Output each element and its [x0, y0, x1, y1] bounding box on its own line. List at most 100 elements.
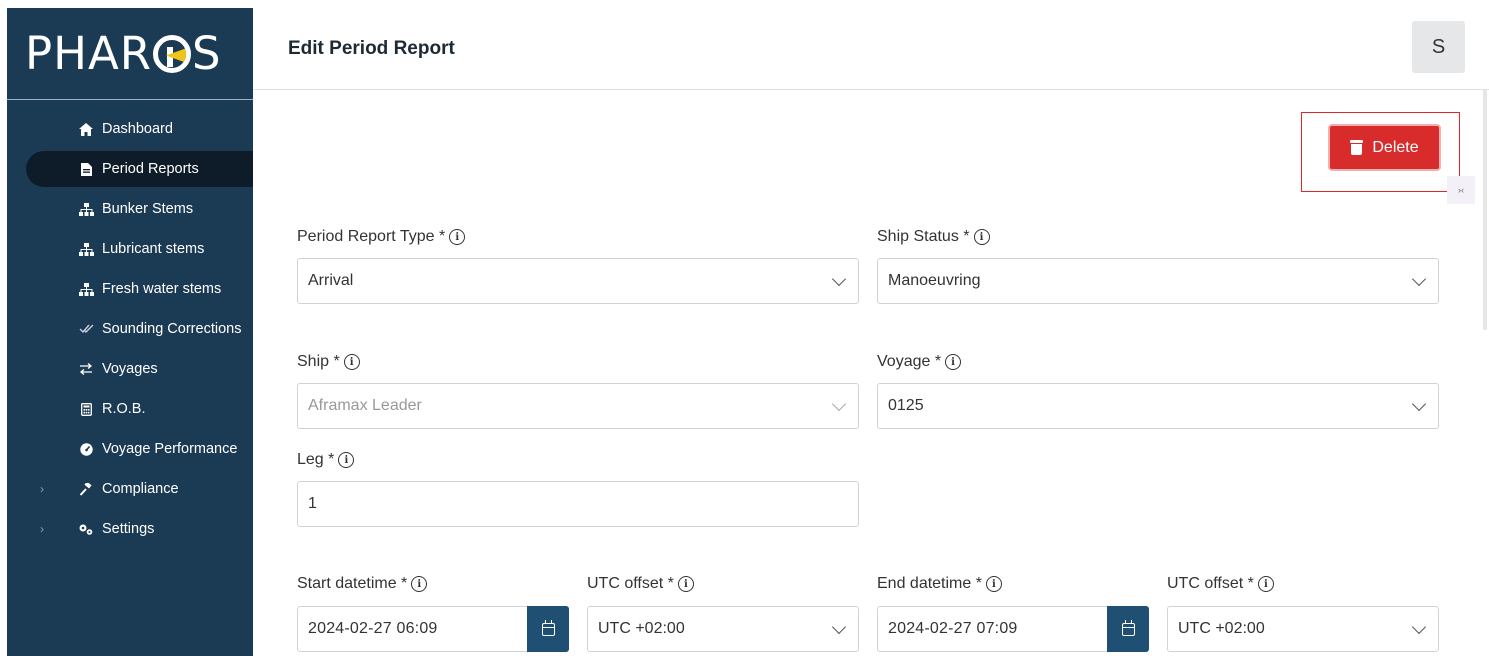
- sidebar-item-voyage-performance[interactable]: Voyage Performance: [7, 429, 253, 469]
- trash-icon: [1350, 140, 1364, 155]
- leg-label: Leg * i: [297, 451, 355, 469]
- page-title: Edit Period Report: [288, 38, 455, 59]
- start-utc-offset-select[interactable]: UTC +02:00: [587, 606, 859, 652]
- gavel-icon: [78, 481, 94, 497]
- sidebar-item-label: Lubricant stems: [102, 241, 205, 257]
- calendar-icon: [541, 619, 555, 636]
- logo[interactable]: PHAR S: [7, 8, 253, 100]
- info-icon[interactable]: i: [338, 452, 355, 468]
- select-value: 0125: [888, 397, 924, 414]
- label-text: Ship *: [297, 353, 340, 370]
- info-icon[interactable]: i: [677, 576, 694, 592]
- sidebar-item-label: Settings: [102, 521, 155, 537]
- start-datetime-label: Start datetime * i: [297, 575, 428, 593]
- label-text: Leg *: [297, 451, 335, 468]
- ship-label: Ship * i: [297, 353, 360, 371]
- select-value: Manoeuvring: [888, 272, 981, 289]
- ship-select: Aframax Leader: [297, 383, 859, 429]
- panel-toggle-icon[interactable]: ›‹: [1447, 176, 1475, 204]
- voyage-select[interactable]: 0125: [877, 383, 1439, 429]
- chevron-right-icon[interactable]: ›: [40, 482, 44, 496]
- input-value: 1: [308, 495, 317, 512]
- delete-button[interactable]: Delete: [1328, 124, 1441, 171]
- select-value: UTC +02:00: [598, 620, 685, 637]
- end-datetime-label: End datetime * i: [877, 575, 1002, 593]
- end-utc-offset-label: UTC offset * i: [1167, 575, 1274, 593]
- start-datetime-input[interactable]: 2024-02-27 06:09: [297, 606, 569, 652]
- gears-icon: [78, 521, 94, 537]
- scrollbar[interactable]: [1483, 90, 1487, 330]
- sidebar-nav: Dashboard Period Reports Bunker Stems Lu…: [7, 109, 253, 549]
- label-text: Ship Status *: [877, 228, 970, 245]
- sitemap-icon: [78, 201, 94, 217]
- chevron-right-icon[interactable]: ›: [40, 522, 44, 536]
- label-text: Voyage *: [877, 353, 942, 370]
- end-datetime-calendar-button[interactable]: [1107, 606, 1149, 652]
- sidebar-item-voyages[interactable]: Voyages: [7, 349, 253, 389]
- lighthouse-icon: [153, 34, 192, 73]
- info-icon[interactable]: i: [343, 354, 360, 370]
- sidebar-item-fresh-water-stems[interactable]: Fresh water stems: [7, 269, 253, 309]
- swap-arrows-icon: [78, 361, 94, 377]
- info-icon[interactable]: i: [945, 354, 962, 370]
- label-text: Start datetime *: [297, 575, 408, 592]
- ship-status-label: Ship Status * i: [877, 228, 990, 246]
- period-report-type-label: Period Report Type * i: [297, 228, 466, 246]
- info-icon[interactable]: i: [973, 229, 990, 245]
- end-datetime-input[interactable]: 2024-02-27 07:09: [877, 606, 1149, 652]
- double-check-icon: [78, 321, 94, 337]
- label-text: Period Report Type *: [297, 228, 446, 245]
- sidebar-item-label: Compliance: [102, 481, 179, 497]
- sidebar-item-bunker-stems[interactable]: Bunker Stems: [7, 189, 253, 229]
- logo-text-left: PHAR: [25, 27, 153, 80]
- sidebar-item-label: Voyages: [102, 361, 158, 377]
- ship-status-select[interactable]: Manoeuvring: [877, 258, 1439, 304]
- info-icon[interactable]: i: [985, 576, 1002, 592]
- logo-wordmark: PHAR S: [25, 27, 222, 80]
- period-report-type-select[interactable]: Arrival: [297, 258, 859, 304]
- end-utc-offset-select[interactable]: UTC +02:00: [1167, 606, 1439, 652]
- user-avatar[interactable]: S: [1412, 21, 1465, 73]
- sidebar-item-label: R.O.B.: [102, 401, 146, 417]
- label-text: UTC offset *: [1167, 575, 1254, 592]
- sidebar-item-period-reports[interactable]: Period Reports: [26, 151, 253, 187]
- label-text: UTC offset *: [587, 575, 674, 592]
- sitemap-icon: [78, 281, 94, 297]
- sidebar-item-label: Dashboard: [102, 121, 173, 137]
- gauge-icon: [78, 441, 94, 457]
- sidebar-item-dashboard[interactable]: Dashboard: [7, 109, 253, 149]
- calculator-icon: [78, 401, 94, 417]
- label-text: End datetime *: [877, 575, 982, 592]
- calendar-icon: [1121, 619, 1135, 636]
- sidebar-item-settings[interactable]: › Settings: [7, 509, 253, 549]
- top-header: Edit Period Report S: [253, 8, 1489, 90]
- sidebar: PHAR S Dashboard Period Reports Bunker S…: [7, 8, 253, 656]
- select-value: Arrival: [308, 272, 354, 289]
- start-datetime-calendar-button[interactable]: [527, 606, 569, 652]
- sidebar-item-compliance[interactable]: › Compliance: [7, 469, 253, 509]
- sidebar-item-label: Fresh water stems: [102, 281, 222, 297]
- sitemap-icon: [78, 241, 94, 257]
- sidebar-item-label: Voyage Performance: [102, 441, 238, 457]
- voyage-label: Voyage * i: [877, 353, 962, 371]
- start-utc-offset-label: UTC offset * i: [587, 575, 694, 593]
- chevron-down-icon: [1411, 396, 1427, 412]
- info-icon[interactable]: i: [411, 576, 428, 592]
- sidebar-item-rob[interactable]: R.O.B.: [7, 389, 253, 429]
- sidebar-item-lubricant-stems[interactable]: Lubricant stems: [7, 229, 253, 269]
- select-value: UTC +02:00: [1178, 620, 1265, 637]
- info-icon[interactable]: i: [1257, 576, 1274, 592]
- chevron-down-icon: [1411, 619, 1427, 635]
- sidebar-item-sounding-corrections[interactable]: Sounding Corrections: [7, 309, 253, 349]
- home-icon: [78, 121, 94, 137]
- select-value: Aframax Leader: [308, 397, 422, 414]
- sidebar-item-label: Bunker Stems: [102, 201, 194, 217]
- sidebar-item-label: Period Reports: [102, 161, 199, 177]
- info-icon[interactable]: i: [449, 229, 466, 245]
- chevron-down-icon: [831, 619, 847, 635]
- leg-input[interactable]: 1: [297, 481, 859, 527]
- chevron-down-icon: [831, 271, 847, 287]
- chevron-down-icon: [1411, 271, 1427, 287]
- input-value: 2024-02-27 06:09: [308, 620, 438, 637]
- sidebar-item-label: Sounding Corrections: [102, 321, 242, 337]
